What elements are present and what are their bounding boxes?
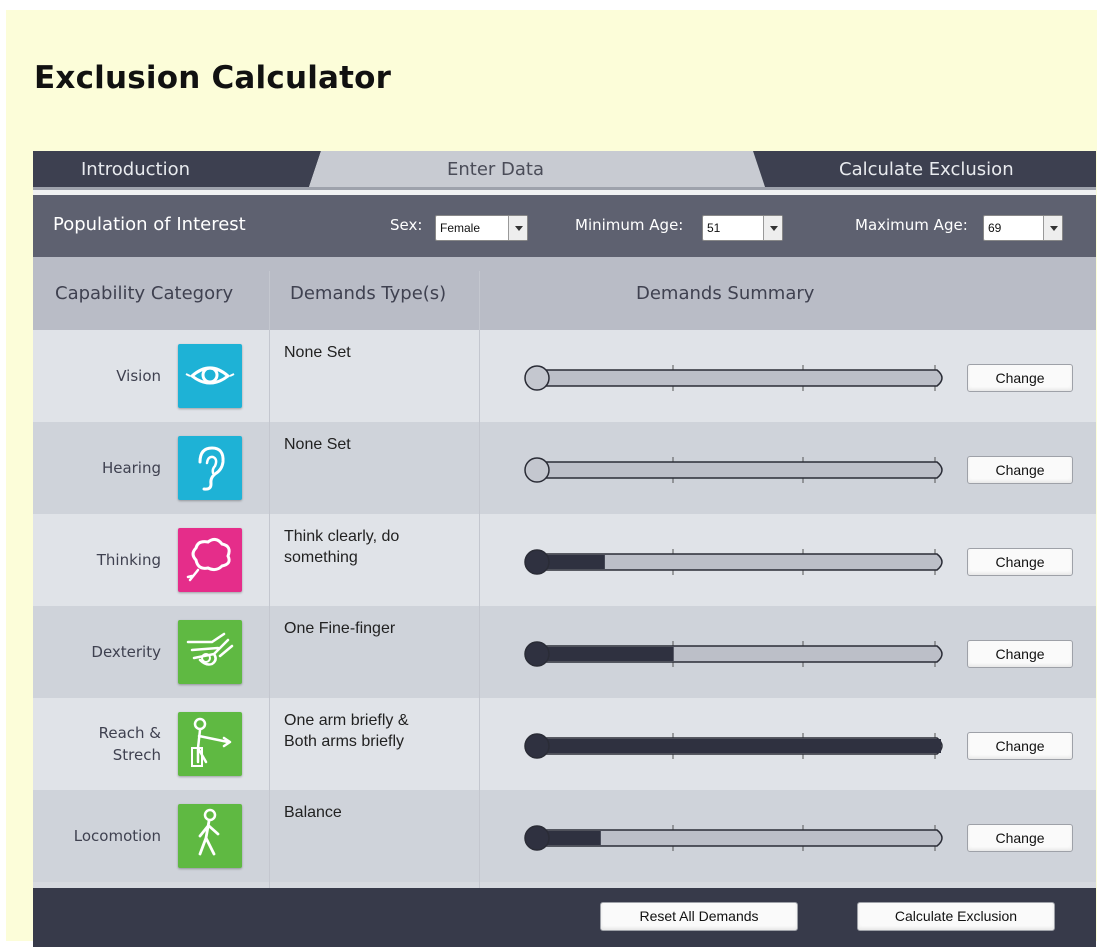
capability-row: Hearing None Set Change: [33, 422, 1096, 514]
capability-row: Dexterity One Fine-finger Change: [33, 606, 1096, 698]
tab-bar: Introduction Enter Data Calculate Exclus…: [33, 151, 1096, 195]
capability-row: Reach & Strech One arm briefly & Both arm…: [33, 698, 1096, 790]
chevron-down-icon: [763, 216, 782, 240]
calculator-app: Introduction Enter Data Calculate Exclus…: [33, 151, 1096, 947]
table-header: Capability Category Demands Type(s) Dema…: [33, 257, 1096, 330]
change-button[interactable]: Change: [967, 456, 1073, 484]
demands-type-text: One Fine-finger: [284, 620, 396, 637]
ear-icon: [178, 436, 242, 500]
demands-type-text: None Set: [284, 436, 351, 453]
header-demands-types: Demands Type(s): [290, 283, 447, 304]
column-divider: [269, 271, 270, 888]
chevron-down-icon: [1043, 216, 1062, 240]
capability-row: Locomotion Balance Change: [33, 790, 1096, 882]
demand-level-slider[interactable]: [523, 641, 953, 667]
capability-category-label: Vision: [116, 367, 161, 385]
thought-bubble-icon: [178, 528, 242, 592]
chevron-down-icon: [508, 216, 527, 240]
reaching-person-icon: [178, 712, 242, 776]
capability-row: Vision None Set Change: [33, 330, 1096, 422]
demand-level-slider[interactable]: [523, 365, 953, 391]
change-button[interactable]: Change: [967, 364, 1073, 392]
page-title: Exclusion Calculator: [34, 60, 392, 96]
population-title: Population of Interest: [53, 214, 246, 235]
change-button[interactable]: Change: [967, 640, 1073, 668]
population-bar: Population of Interest Sex: Female Minim…: [33, 195, 1096, 257]
min-age-value: 51: [707, 221, 721, 235]
max-age-value: 69: [988, 221, 1002, 235]
max-age-select[interactable]: 69: [983, 215, 1063, 241]
max-age-label: Maximum Age:: [855, 216, 968, 234]
demands-type-text: Balance: [284, 804, 342, 821]
reset-all-demands-button[interactable]: Reset All Demands: [600, 902, 798, 931]
sex-label: Sex:: [390, 216, 423, 234]
demand-level-slider[interactable]: [523, 825, 953, 851]
change-button[interactable]: Change: [967, 824, 1073, 852]
demands-type-text: None Set: [284, 344, 351, 361]
tab-enter-data[interactable]: Enter Data: [447, 159, 544, 180]
demand-level-slider[interactable]: [523, 549, 953, 575]
demand-level-slider[interactable]: [523, 457, 953, 483]
min-age-label: Minimum Age:: [575, 216, 684, 234]
min-age-select[interactable]: 51: [702, 215, 783, 241]
walking-person-icon: [178, 804, 242, 868]
demands-type-text: Think clearly, do something: [284, 528, 400, 566]
hand-icon: [178, 620, 242, 684]
capability-category-label: Thinking: [96, 551, 161, 569]
capability-category-label: Locomotion: [73, 827, 161, 845]
sex-value: Female: [440, 221, 481, 235]
footer-bar: Reset All Demands Calculate Exclusion: [33, 888, 1096, 947]
header-capability-category: Capability Category: [55, 283, 234, 304]
demands-type-text: One arm briefly & Both arms briefly: [284, 712, 409, 750]
tab-calculate-exclusion[interactable]: Calculate Exclusion: [839, 159, 1014, 180]
change-button[interactable]: Change: [967, 548, 1073, 576]
change-button[interactable]: Change: [967, 732, 1073, 760]
eye-icon: [178, 344, 242, 408]
capability-category-label: Reach & Strech: [98, 724, 161, 764]
tab-introduction[interactable]: Introduction: [81, 159, 190, 180]
demand-level-slider[interactable]: [523, 733, 953, 759]
calculate-exclusion-button[interactable]: Calculate Exclusion: [857, 902, 1055, 931]
calculator-panel: Exclusion Calculator Introduction Enter …: [6, 10, 1097, 947]
capability-category-label: Hearing: [101, 459, 161, 477]
capability-category-label: Dexterity: [91, 643, 161, 661]
capability-row: Thinking Think clearly, do something Chang…: [33, 514, 1096, 606]
column-divider: [479, 271, 480, 888]
header-demands-summary: Demands Summary: [636, 283, 815, 304]
sex-select[interactable]: Female: [435, 215, 528, 241]
